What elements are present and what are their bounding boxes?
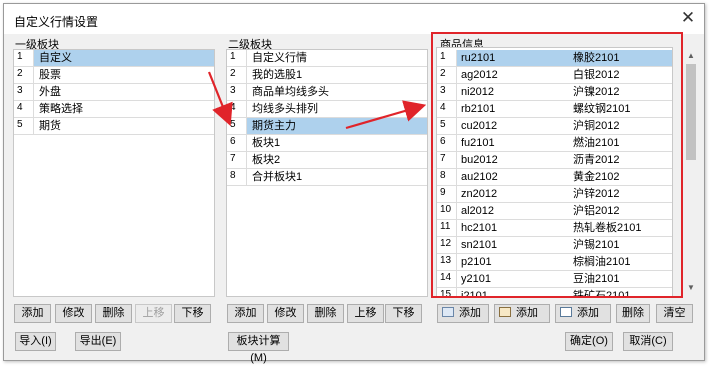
- custom-quote-settings-dialog: 自定义行情设置 ✕ 一级板块 1 自定义 2 股票 3 外盘 4 策略选择 5 期货 添加 修改 …: [3, 3, 705, 364]
- annotation-arrows: [207, 71, 427, 130]
- arrow-to-level2-selection: [207, 71, 233, 127]
- arrow-to-product-info: [345, 100, 427, 130]
